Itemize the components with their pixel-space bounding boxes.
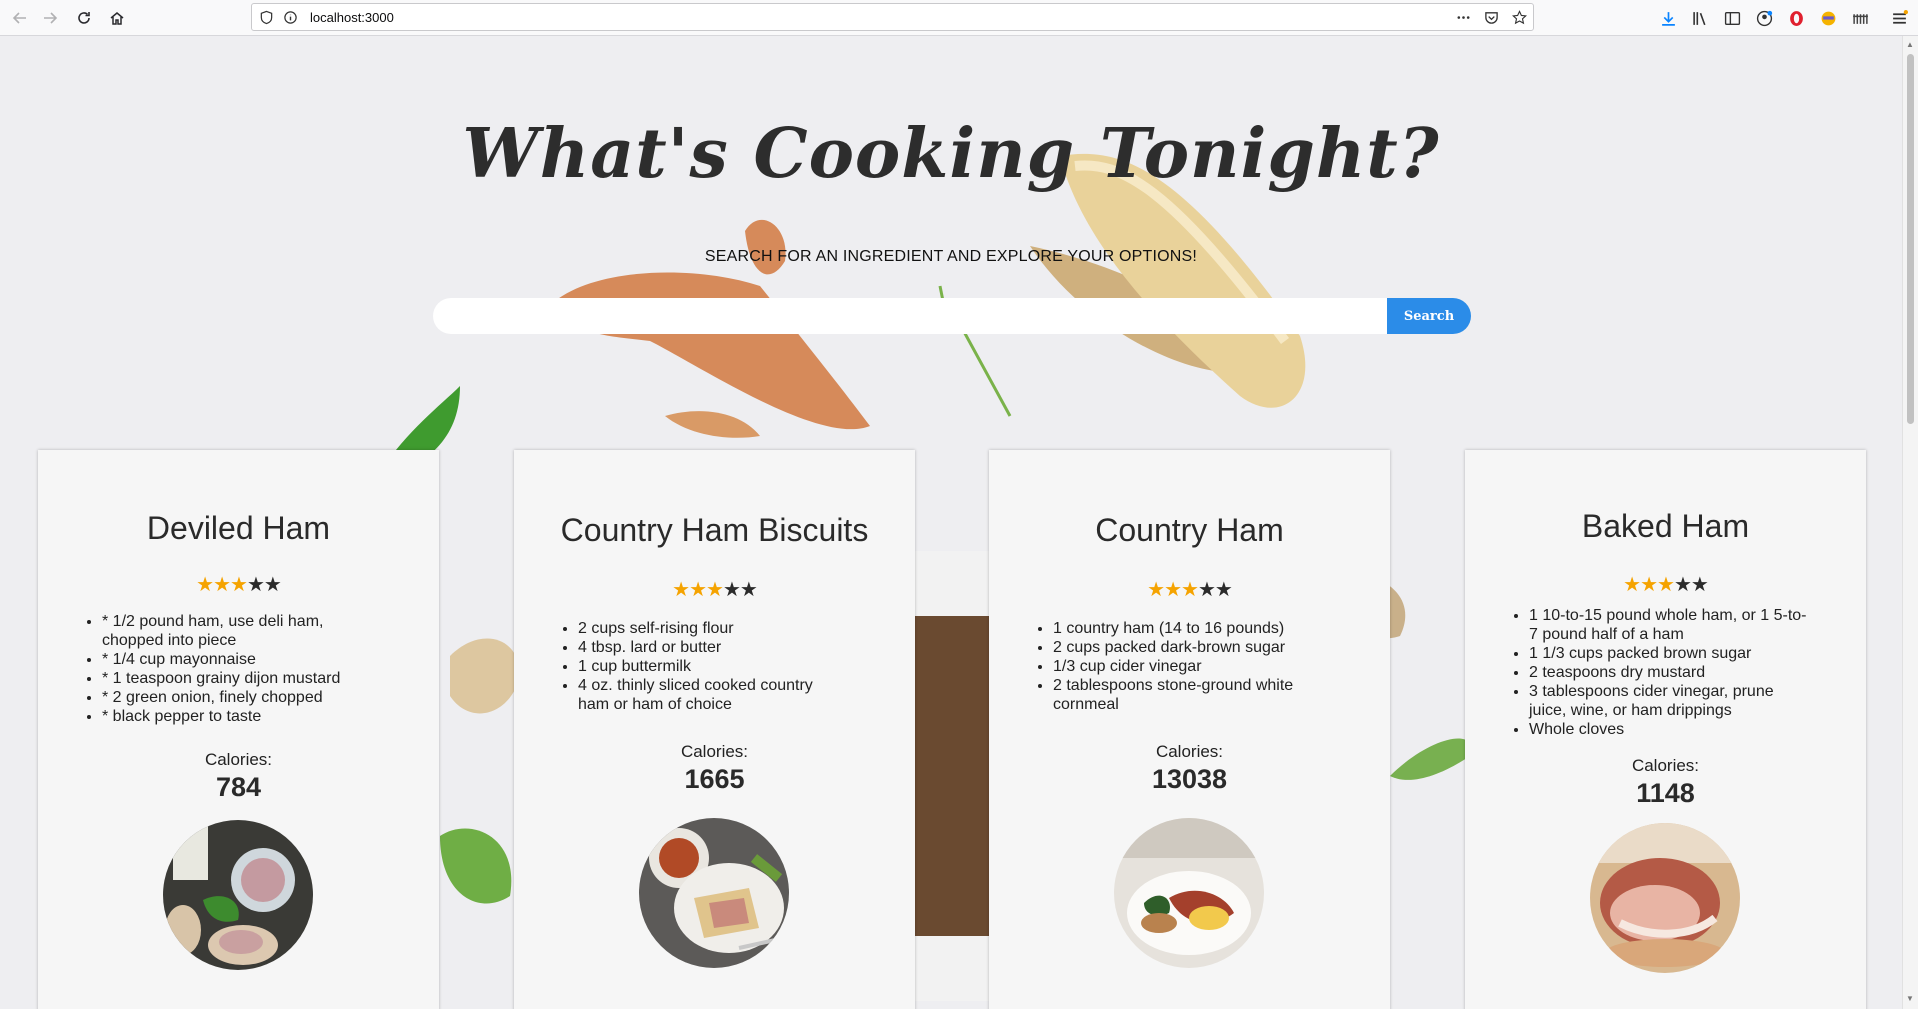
recipe-title: Country Ham [1095, 512, 1284, 548]
url-text[interactable]: localhost:3000 [310, 10, 394, 25]
library-icon[interactable] [1690, 8, 1710, 28]
recipe-title: Baked Ham [1581, 508, 1750, 544]
calories-label: Calories: [1155, 742, 1224, 761]
calories-label: Calories: [204, 750, 273, 769]
calories-value: 1665 [684, 764, 745, 794]
star-filled-icon: ★★★ [672, 579, 724, 601]
page-subtitle: SEARCH FOR AN INGREDIENT AND EXPLORE YOU… [704, 248, 1198, 265]
ingredient-item: 1 1/3 cups packed brown sugar [1529, 644, 1809, 663]
recipe-photo[interactable] [1590, 823, 1740, 973]
ingredient-item: 1 cup buttermilk [578, 657, 848, 676]
recipe-title: Country Ham Biscuits [560, 512, 869, 548]
ingredient-item: Whole cloves [1529, 720, 1809, 739]
search-input[interactable] [433, 298, 1388, 334]
extension-face-icon[interactable] [1818, 8, 1838, 28]
bookmark-star-icon[interactable] [1511, 9, 1527, 25]
opera-extension-icon[interactable] [1786, 8, 1806, 28]
calories-value: 13038 [1151, 764, 1228, 794]
search-button[interactable]: Search [1387, 298, 1471, 334]
sidebar-icon[interactable] [1722, 8, 1742, 28]
ingredient-item: 4 oz. thinly sliced cooked country ham o… [578, 676, 848, 714]
ingredient-item: 2 cups packed dark-brown sugar [1053, 638, 1323, 657]
ingredient-item: * black pepper to taste [102, 707, 377, 726]
ingredient-item: * 1 teaspoon grainy dijon mustard [102, 669, 377, 688]
star-filled-icon: ★★★ [1623, 574, 1675, 596]
calories-label: Calories: [1631, 756, 1700, 775]
recipe-card[interactable]: Baked Ham ★★★★★ 1 10-to-15 pound whole h… [1465, 450, 1866, 1009]
home-icon[interactable] [105, 6, 129, 30]
ingredient-item: 1 country ham (14 to 16 pounds) [1053, 619, 1323, 638]
ingredient-item: 2 cups self-rising flour [578, 619, 848, 638]
back-arrow-icon[interactable] [8, 6, 32, 30]
recipe-card[interactable]: Country Ham Biscuits ★★★★★ 2 cups self-r… [514, 450, 915, 1009]
ingredient-item: 3 tablespoons cider vinegar, prune juice… [1529, 682, 1809, 720]
star-rating: ★★★★★ [38, 572, 439, 597]
scroll-thumb[interactable] [1907, 54, 1914, 424]
recipe-photo[interactable] [163, 820, 313, 970]
ingredient-list: 1 10-to-15 pound whole ham, or 1 5-to-7 … [1511, 606, 1809, 739]
account-icon[interactable] [1754, 8, 1774, 28]
recipe-card[interactable]: Country Ham ★★★★★ 1 country ham (14 to 1… [989, 450, 1390, 1009]
ingredient-item: 1 10-to-15 pound whole ham, or 1 5-to-7 … [1529, 606, 1809, 644]
ingredient-item: 2 teaspoons dry mustard [1529, 663, 1809, 682]
ingredient-list: 1 country ham (14 to 16 pounds) 2 cups p… [1035, 619, 1323, 714]
recipe-photo[interactable] [1114, 818, 1264, 968]
star-empty-icon: ★★ [722, 579, 758, 601]
ingredient-item: 4 tbsp. lard or butter [578, 638, 848, 657]
browser-toolbar: localhost:3000 [0, 0, 1918, 36]
forward-arrow-icon[interactable] [38, 6, 62, 30]
extension-bars-icon[interactable] [1850, 8, 1870, 28]
star-rating: ★★★★★ [989, 577, 1390, 602]
scroll-down-arrow-icon[interactable]: ▼ [1906, 994, 1914, 1003]
ingredient-item: * 1/4 cup mayonnaise [102, 650, 377, 669]
calories-label: Calories: [680, 742, 749, 761]
star-empty-icon: ★★ [1673, 574, 1709, 596]
info-icon[interactable] [282, 9, 298, 25]
recipe-photo[interactable] [639, 818, 789, 968]
ingredient-item: 1/3 cup cider vinegar [1053, 657, 1323, 676]
star-rating: ★★★★★ [1465, 572, 1866, 597]
vertical-scrollbar[interactable]: ▲ ▼ [1902, 36, 1918, 1009]
recipe-title: Deviled Ham [146, 510, 331, 546]
scroll-up-arrow-icon[interactable]: ▲ [1906, 40, 1914, 49]
pocket-icon[interactable] [1483, 9, 1499, 25]
reload-icon[interactable] [72, 6, 96, 30]
shield-icon[interactable] [258, 9, 274, 25]
ingredient-item: * 2 green onion, finely chopped [102, 688, 377, 707]
recipe-card[interactable]: Deviled Ham ★★★★★ * 1/2 pound ham, use d… [38, 450, 439, 1009]
download-icon[interactable] [1658, 8, 1678, 28]
star-empty-icon: ★★ [246, 574, 282, 596]
page-title: What's Cooking Tonight? [462, 114, 1440, 194]
calories-value: 784 [215, 772, 262, 802]
ingredient-item: 2 tablespoons stone-ground white cornmea… [1053, 676, 1323, 714]
page-viewport: What's Cooking Tonight? SEARCH FOR AN IN… [0, 36, 1902, 1009]
star-empty-icon: ★★ [1197, 579, 1233, 601]
more-actions-icon[interactable] [1455, 9, 1471, 25]
calories-value: 1148 [1636, 778, 1695, 808]
search-bar: Search [433, 298, 1471, 334]
star-rating: ★★★★★ [514, 577, 915, 602]
star-filled-icon: ★★★ [1147, 579, 1199, 601]
url-bar[interactable]: localhost:3000 [251, 3, 1534, 31]
ingredient-item: * 1/2 pound ham, use deli ham, chopped i… [102, 612, 377, 650]
menu-icon[interactable] [1889, 8, 1909, 28]
star-filled-icon: ★★★ [196, 574, 248, 596]
ingredient-list: * 1/2 pound ham, use deli ham, chopped i… [84, 612, 377, 726]
ingredient-list: 2 cups self-rising flour 4 tbsp. lard or… [560, 619, 848, 714]
